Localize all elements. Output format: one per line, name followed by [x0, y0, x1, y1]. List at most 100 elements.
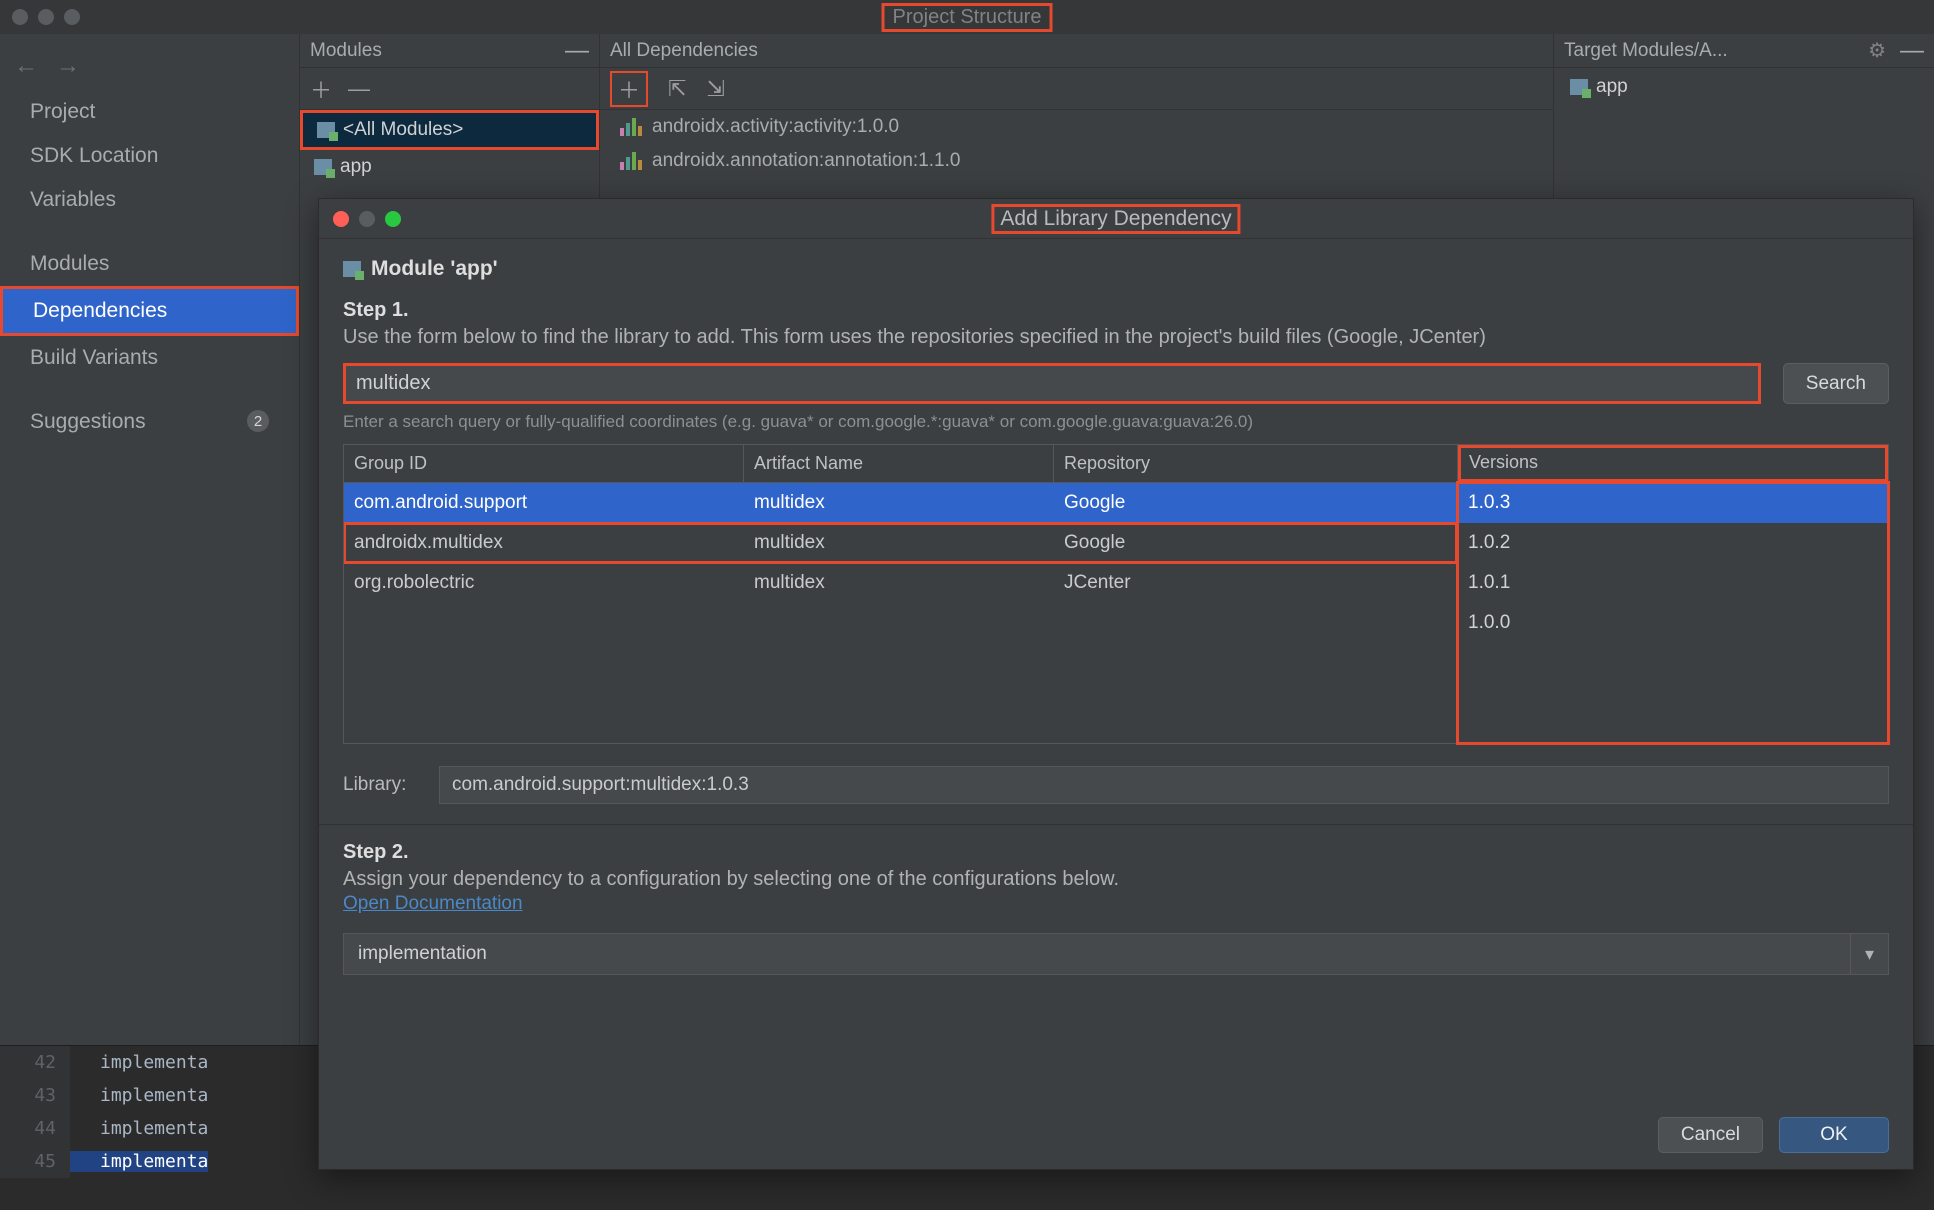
results-table-body: com.android.support multidex Google andr… [344, 483, 1457, 743]
results-table-header: Group ID Artifact Name Repository [344, 445, 1457, 483]
forward-arrow-icon[interactable]: → [56, 52, 80, 80]
dependency-item[interactable]: androidx.activity:activity:1.0.0 [600, 110, 1553, 144]
add-module-icon[interactable]: ＋ [310, 73, 332, 105]
library-value[interactable]: com.android.support:multidex:1.0.3 [439, 766, 1889, 804]
module-label: <All Modules> [343, 119, 463, 141]
nav-arrows: ← → [0, 44, 299, 90]
remove-module-icon[interactable]: — [348, 76, 370, 102]
sidebar-item-sdk-location[interactable]: SDK Location [0, 134, 299, 178]
open-documentation-link[interactable]: Open Documentation [343, 893, 523, 914]
sidebar-item-suggestions[interactable]: Suggestions 2 [0, 400, 299, 444]
line-number: 44 [0, 1112, 70, 1145]
back-arrow-icon[interactable]: ← [14, 52, 38, 80]
cancel-button[interactable]: Cancel [1658, 1117, 1763, 1153]
sidebar-item-project[interactable]: Project [0, 90, 299, 134]
zoom-dot[interactable] [385, 211, 401, 227]
target-header-label: Target Modules/A... [1564, 40, 1728, 62]
ok-button[interactable]: OK [1779, 1117, 1889, 1153]
table-row[interactable]: androidx.multidex multidex Google [344, 523, 1457, 563]
module-all-modules[interactable]: <All Modules> [300, 110, 599, 150]
target-header: Target Modules/A... ⚙ — [1554, 34, 1934, 68]
sidebar-item-build-variants[interactable]: Build Variants [0, 336, 299, 380]
dialog-title: Add Library Dependency [991, 204, 1240, 234]
zoom-dot[interactable] [64, 9, 80, 25]
dependencies-header: All Dependencies [600, 34, 1553, 68]
results-area: Group ID Artifact Name Repository com.an… [343, 444, 1889, 744]
results-table: Group ID Artifact Name Repository com.an… [344, 445, 1458, 743]
modules-header-label: Modules [310, 40, 382, 62]
cell-group-id: org.robolectric [344, 572, 744, 594]
dependency-label: androidx.annotation:annotation:1.1.0 [652, 150, 960, 172]
collapse-all-icon[interactable]: ⇲ [706, 76, 724, 102]
target-module-app[interactable]: app [1554, 68, 1934, 106]
close-dot[interactable] [12, 9, 28, 25]
search-row: Search [343, 363, 1889, 404]
dialog-footer: Cancel OK [319, 1103, 1913, 1169]
dependencies-header-label: All Dependencies [610, 40, 758, 62]
dialog-traffic-lights [333, 211, 401, 227]
th-repository[interactable]: Repository [1054, 445, 1457, 482]
add-library-dependency-dialog: Add Library Dependency Module 'app' Step… [318, 198, 1914, 1170]
dialog-titlebar: Add Library Dependency [319, 199, 1913, 239]
minimize-icon[interactable]: — [565, 37, 589, 65]
module-app[interactable]: app [300, 150, 599, 184]
modules-toolbar: ＋ — [300, 68, 599, 110]
sidebar-item-modules[interactable]: Modules [0, 242, 299, 286]
library-label: Library: [343, 774, 423, 796]
code-text: implementa [70, 1151, 208, 1172]
minimize-icon[interactable]: — [1900, 37, 1924, 65]
separator [319, 824, 1913, 825]
configuration-select[interactable]: implementation [343, 933, 1851, 975]
step1-title: Step 1. [343, 299, 1889, 322]
dialog-body: Module 'app' Step 1. Use the form below … [319, 239, 1913, 1103]
cell-repository: JCenter [1054, 572, 1457, 594]
search-button[interactable]: Search [1783, 363, 1889, 404]
version-item[interactable]: 1.0.2 [1458, 523, 1888, 563]
th-group-id[interactable]: Group ID [344, 445, 744, 482]
library-icon [620, 152, 642, 170]
suggestions-label: Suggestions [30, 410, 146, 433]
configuration-row: implementation ▾ [343, 933, 1889, 975]
sidebar-item-dependencies[interactable]: Dependencies [0, 286, 299, 336]
cell-group-id: androidx.multidex [344, 532, 744, 554]
code-text: implementa [70, 1118, 208, 1139]
settings-icon[interactable]: ⚙ [1868, 38, 1886, 63]
suggestions-badge: 2 [247, 410, 269, 432]
window-traffic-lights [12, 9, 80, 25]
select-dropdown-icon[interactable]: ▾ [1851, 933, 1889, 975]
dialog-module-header: Module 'app' [343, 257, 1889, 281]
cell-repository: Google [1054, 532, 1457, 554]
versions-body: 1.0.3 1.0.2 1.0.1 1.0.0 [1458, 483, 1888, 743]
target-module-label: app [1596, 76, 1628, 98]
line-number: 43 [0, 1079, 70, 1112]
version-item[interactable]: 1.0.0 [1458, 603, 1888, 643]
version-item[interactable]: 1.0.3 [1458, 483, 1888, 523]
step2-title: Step 2. [343, 841, 1889, 864]
add-dependency-icon[interactable]: ＋ [610, 71, 648, 107]
th-versions[interactable]: Versions [1458, 445, 1888, 482]
table-row[interactable]: com.android.support multidex Google [344, 483, 1457, 523]
step1-description: Use the form below to find the library t… [343, 326, 1889, 349]
dependency-item[interactable]: androidx.annotation:annotation:1.1.0 [600, 144, 1553, 178]
module-icon [314, 159, 332, 175]
window-title: Project Structure [882, 3, 1053, 32]
expand-all-icon[interactable]: ⇱ [668, 76, 686, 102]
module-label: app [340, 156, 372, 178]
window-titlebar: Project Structure [0, 0, 1934, 34]
code-text: implementa [70, 1052, 208, 1073]
close-dot[interactable] [333, 211, 349, 227]
minimize-dot[interactable] [38, 9, 54, 25]
sidebar-item-variables[interactable]: Variables [0, 178, 299, 222]
versions-column: Versions 1.0.3 1.0.2 1.0.1 1.0.0 [1458, 445, 1888, 743]
search-input[interactable] [343, 363, 1761, 404]
module-icon [1570, 79, 1588, 95]
cell-artifact-name: multidex [744, 572, 1054, 594]
module-header-label: Module 'app' [371, 257, 498, 281]
dependencies-toolbar: ＋ ⇱ ⇲ [600, 68, 1553, 110]
version-item[interactable]: 1.0.1 [1458, 563, 1888, 603]
modules-header: Modules — [300, 34, 599, 68]
minimize-dot[interactable] [359, 211, 375, 227]
th-artifact-name[interactable]: Artifact Name [744, 445, 1054, 482]
cell-group-id: com.android.support [344, 492, 744, 514]
table-row[interactable]: org.robolectric multidex JCenter [344, 563, 1457, 603]
